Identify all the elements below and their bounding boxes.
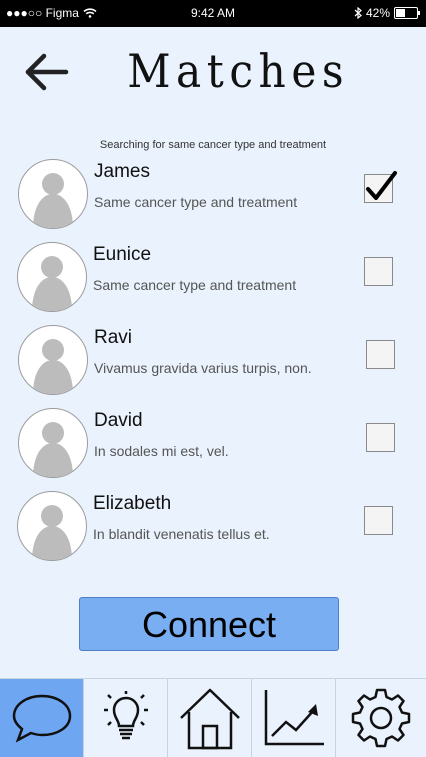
match-description: Vivamus gravida varius turpis, non. <box>94 360 312 376</box>
status-right: 42% <box>354 6 420 20</box>
person-placeholder-icon <box>32 505 72 560</box>
tab-chat[interactable] <box>0 679 84 757</box>
tab-bar <box>0 678 426 757</box>
person-placeholder-icon <box>32 256 72 311</box>
match-name: Elizabeth <box>93 493 172 514</box>
match-description: In blandit venenatis tellus et. <box>93 526 270 542</box>
battery-icon <box>394 7 420 19</box>
back-arrow-icon[interactable] <box>22 52 70 92</box>
match-name: David <box>94 410 143 431</box>
match-checkbox[interactable] <box>364 506 393 535</box>
gear-icon <box>351 688 411 748</box>
avatar <box>17 491 87 561</box>
match-name: Ravi <box>94 327 133 348</box>
avatar <box>18 325 88 395</box>
tab-progress[interactable] <box>252 679 336 757</box>
tab-ideas[interactable] <box>84 679 168 757</box>
avatar <box>18 408 88 478</box>
tab-settings[interactable] <box>336 679 426 757</box>
home-icon <box>179 688 240 750</box>
match-item[interactable]: James Same cancer type and treatment <box>0 159 426 239</box>
match-item[interactable]: David In sodales mi est, vel. <box>0 408 426 488</box>
person-placeholder-icon <box>33 339 73 394</box>
match-item[interactable]: Eunice Same cancer type and treatment <box>0 242 426 322</box>
match-item[interactable]: Ravi Vivamus gravida varius turpis, non. <box>0 325 426 405</box>
lightbulb-icon <box>103 691 148 740</box>
match-description: In sodales mi est, vel. <box>94 443 229 459</box>
search-subtitle: Searching for same cancer type and treat… <box>99 139 327 151</box>
checkmark-icon <box>366 171 397 200</box>
battery-percent: 42% <box>365 6 390 20</box>
page-title: Matches <box>127 44 350 98</box>
match-checkbox[interactable] <box>366 423 395 452</box>
match-checkbox[interactable] <box>366 340 395 369</box>
chart-trend-icon <box>264 690 324 746</box>
person-placeholder-icon <box>33 422 73 477</box>
match-checkbox[interactable] <box>364 257 393 286</box>
match-description: Same cancer type and treatment <box>93 277 297 293</box>
chat-bubble-icon <box>12 694 71 743</box>
connect-button[interactable]: Connect <box>79 597 339 651</box>
match-checkbox[interactable] <box>364 171 397 203</box>
match-name: Eunice <box>93 244 152 265</box>
person-placeholder-icon <box>33 173 73 228</box>
tab-home[interactable] <box>168 679 252 757</box>
avatar <box>17 242 87 312</box>
match-item[interactable]: Elizabeth In blandit venenatis tellus et… <box>0 491 426 571</box>
match-description: Same cancer type and treatment <box>94 194 298 210</box>
avatar <box>18 159 88 229</box>
match-name: James <box>94 161 150 182</box>
bluetooth-icon <box>354 7 362 19</box>
status-bar: ●●●○○ Figma 9:42 AM 42% <box>0 0 426 27</box>
